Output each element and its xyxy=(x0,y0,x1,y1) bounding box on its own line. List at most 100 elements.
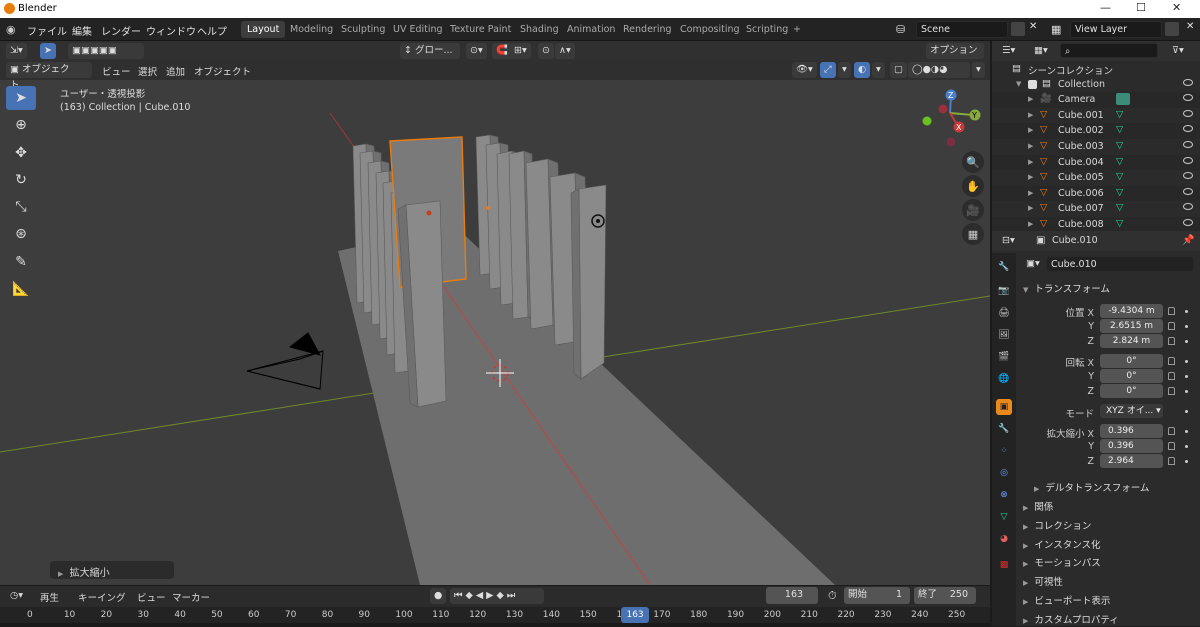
zoom-icon[interactable]: 🔍 xyxy=(962,151,984,173)
gizmo-dropdown-icon[interactable]: ▾ xyxy=(838,62,851,78)
outliner-item-cube-008[interactable]: ▶ ▽ Cube.008 ▽ xyxy=(992,217,1200,231)
new-scene-icon[interactable] xyxy=(1011,22,1025,36)
scale-x-field[interactable]: 0.396 xyxy=(1100,424,1163,438)
material-tab-icon[interactable]: ◕ xyxy=(996,531,1012,547)
eye-icon[interactable] xyxy=(1183,141,1193,148)
annotate-tool-icon[interactable]: ✎ xyxy=(6,250,36,274)
tab-rendering[interactable]: Rendering xyxy=(617,21,678,38)
tool-tab-icon[interactable]: 🔧 xyxy=(996,259,1012,275)
pivot-icon[interactable]: ⊙▾ xyxy=(466,43,487,59)
menu-file[interactable]: ファイル xyxy=(27,23,67,38)
eye-icon[interactable] xyxy=(1183,94,1193,102)
frame-ruler[interactable]: 0102030405060708090100110120130140150160… xyxy=(0,607,990,623)
tab-modeling[interactable]: Modeling xyxy=(284,21,339,38)
mesh-data-icon[interactable]: ▽ xyxy=(1116,202,1123,213)
keyframe-dot-icon[interactable] xyxy=(1185,445,1188,448)
location-z-field[interactable]: 2.824 m xyxy=(1100,334,1163,348)
mode-selector[interactable]: ▣ オブジェクト... xyxy=(6,62,92,91)
end-frame-field[interactable]: 終了 250 xyxy=(914,587,976,604)
proportional-edit-icon[interactable]: ⊙ xyxy=(538,43,554,59)
tab-uv-editing[interactable]: UV Editing xyxy=(387,21,449,38)
scale-z-field[interactable]: 2.964 xyxy=(1100,454,1163,468)
eye-icon[interactable] xyxy=(1183,156,1193,164)
view-layer-selector[interactable]: View Layer xyxy=(1070,21,1162,38)
expand-right-icon[interactable]: ▶ xyxy=(1028,95,1033,103)
playhead-marker[interactable]: 163 xyxy=(621,607,649,623)
record-button[interactable]: ● xyxy=(430,588,447,604)
lock-icon[interactable] xyxy=(1168,372,1175,380)
location-x-field[interactable]: -9.4304 m xyxy=(1100,304,1163,318)
eye-icon[interactable] xyxy=(1183,203,1193,211)
pin-icon[interactable]: 📌 xyxy=(1182,235,1194,246)
keyframe-dot-icon[interactable] xyxy=(1185,310,1188,313)
gizmo-toggle-icon[interactable]: ⤢ xyxy=(820,62,836,78)
display-mode-icon[interactable]: ▦▾ xyxy=(1030,43,1052,59)
current-frame-field[interactable]: 163 xyxy=(766,587,818,604)
add-workspace-button[interactable]: + xyxy=(787,21,807,38)
panel-section-5[interactable]: ▶ ビューポート表示 xyxy=(1023,593,1110,607)
expand-right-icon[interactable]: ▶ xyxy=(1028,220,1033,228)
keyframe-dot-icon[interactable] xyxy=(1185,340,1188,343)
rotation-z-field[interactable]: 0° xyxy=(1100,384,1163,398)
particles-tab-icon[interactable]: ⁘ xyxy=(996,443,1012,459)
menu-marker[interactable]: マーカー xyxy=(172,590,210,604)
keyframe-dot-icon[interactable] xyxy=(1185,325,1188,328)
expand-right-icon[interactable]: ▶ xyxy=(1028,158,1033,166)
outliner-item-cube-006[interactable]: ▶ ▽ Cube.006 ▽ xyxy=(992,186,1200,202)
tab-compositing[interactable]: Compositing xyxy=(674,21,746,38)
camera-data-icon[interactable] xyxy=(1116,93,1130,106)
checkbox-icon[interactable] xyxy=(1028,79,1037,89)
camera-view-icon[interactable]: 🎥 xyxy=(962,199,984,221)
minimize-button[interactable]: — xyxy=(1100,1,1111,14)
new-view-layer-icon[interactable] xyxy=(1165,22,1179,36)
blender-menu-icon[interactable]: ◉ xyxy=(6,23,16,36)
expand-right-icon[interactable]: ▶ xyxy=(1028,204,1033,212)
operator-panel[interactable]: ▶ 拡大縮小 xyxy=(50,561,174,579)
selection-mode-icons[interactable]: ▣▣▣▣▣ xyxy=(68,43,144,59)
move-tool-icon[interactable]: ✥ xyxy=(6,141,36,165)
outliner-item-collection[interactable]: ▼ ▤ Collection xyxy=(992,76,1200,93)
outliner-item-cube-004[interactable]: ▶ ▽ Cube.004 ▽ xyxy=(992,155,1200,171)
mesh-data-icon[interactable]: ▽ xyxy=(1116,187,1123,198)
panel-section-1[interactable]: ▶ コレクション xyxy=(1023,518,1091,532)
outliner-item-cube-005[interactable]: ▶ ▽ Cube.005 ▽ xyxy=(992,170,1200,186)
panel-section-6[interactable]: ▶ カスタムプロパティ xyxy=(1023,612,1119,626)
menu-add[interactable]: 追加 xyxy=(166,64,185,78)
visibility-icon[interactable]: 👁▾ xyxy=(792,62,817,78)
menu-keying[interactable]: キーイング xyxy=(78,590,126,604)
panel-section-0[interactable]: ▶ 関係 xyxy=(1023,499,1053,513)
snap-target-icon[interactable]: ⊞▾ xyxy=(510,43,531,59)
delete-scene-icon[interactable]: ✕ xyxy=(1029,21,1037,32)
lock-icon[interactable] xyxy=(1168,387,1175,395)
expand-right-icon[interactable]: ▶ xyxy=(1028,173,1033,181)
outliner-item-cube-003[interactable]: ▶ ▽ Cube.003 ▽ xyxy=(992,139,1200,155)
modifier-tab-icon[interactable]: 🔧 xyxy=(996,421,1012,437)
menu-object[interactable]: オブジェクト xyxy=(194,64,251,78)
object-name-field[interactable]: Cube.010 xyxy=(1046,256,1194,272)
xray-icon[interactable]: ▢ xyxy=(890,62,907,78)
menu-help[interactable]: ヘルプ xyxy=(197,23,227,38)
transform-tool-icon[interactable]: ⊛ xyxy=(6,222,36,246)
keyframe-dot-icon[interactable] xyxy=(1185,460,1188,463)
panel-section-2[interactable]: ▶ インスタンス化 xyxy=(1023,537,1101,551)
rotation-x-field[interactable]: 0° xyxy=(1100,354,1163,368)
keyframe-dot-icon[interactable] xyxy=(1185,410,1188,413)
timeline-scrollbar[interactable] xyxy=(0,623,990,627)
view-layer-tab-icon[interactable]: 🖼 xyxy=(996,327,1012,343)
mesh-data-icon[interactable]: ▽ xyxy=(1116,124,1123,135)
pan-hand-icon[interactable]: ✋ xyxy=(962,175,984,197)
menu-select[interactable]: 選択 xyxy=(138,64,157,78)
outliner-item-cube-001[interactable]: ▶ ▽ Cube.001 ▽ xyxy=(992,107,1200,124)
lock-icon[interactable] xyxy=(1168,307,1175,315)
keyframe-dot-icon[interactable] xyxy=(1185,390,1188,393)
scene-tab-icon[interactable]: 🎬 xyxy=(996,349,1012,365)
scene-collection-row[interactable]: ▤ シーンコレクション xyxy=(992,61,1200,77)
transform-panel-header[interactable]: ▼ トランスフォーム xyxy=(1023,281,1110,295)
panel-section-4[interactable]: ▶ 可視性 xyxy=(1023,574,1063,588)
tab-sculpting[interactable]: Sculpting xyxy=(335,21,391,38)
keyframe-dot-icon[interactable] xyxy=(1185,360,1188,363)
stopwatch-icon[interactable]: ⏱ xyxy=(828,589,837,603)
render-tab-icon[interactable]: 📷 xyxy=(996,283,1012,299)
mesh-data-icon[interactable]: ▽ xyxy=(1116,109,1123,120)
object-tab-icon[interactable]: ▣ xyxy=(996,399,1012,415)
